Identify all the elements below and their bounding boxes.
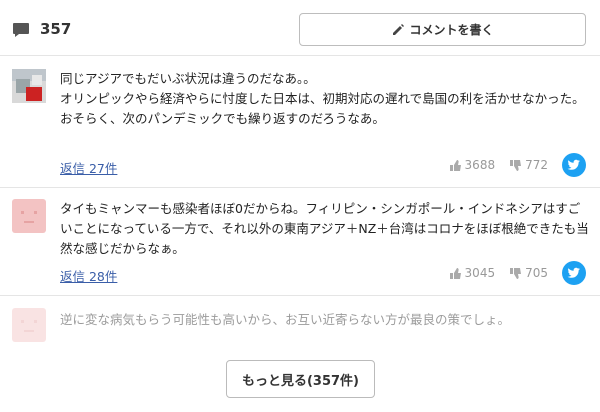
reply-link[interactable]: 返信 28件 (60, 266, 117, 285)
dislike-button[interactable]: 705 (509, 266, 548, 280)
thumbs-down-icon (510, 267, 522, 279)
dislike-count: 772 (525, 158, 548, 172)
thumbs-down-icon (510, 159, 522, 171)
vote-bar: 3045 705 (449, 261, 586, 285)
like-count: 3045 (464, 266, 496, 280)
comment-text: 同じアジアでもだいぶ状況は違うのだなあ。。 オリンピックやら経済やらに忖度した日… (60, 71, 585, 126)
comment-item-preview: 逆に変な病気もらう可能性も高いから、お互い近寄らない方が最良の策でしょ。 (0, 296, 600, 346)
reply-link[interactable]: 返信 27件 (60, 158, 117, 177)
thumbs-up-icon (449, 267, 461, 279)
comment-text: タイもミャンマーも感染者ほぼ0だからね。フィリピン・シンガポール・インドネシアは… (60, 201, 589, 256)
pencil-icon (393, 23, 405, 35)
show-more-button[interactable]: もっと見る(357件) (226, 360, 375, 398)
comment-count: 357 (40, 20, 72, 38)
avatar[interactable] (12, 69, 46, 103)
twitter-bird-icon (567, 267, 580, 278)
twitter-share-button[interactable] (562, 261, 586, 285)
vote-bar: 3688 772 (449, 153, 586, 177)
comments-header: 357 コメントを書く (0, 0, 600, 56)
like-button[interactable]: 3688 (449, 158, 496, 172)
comment-bubble-icon (13, 23, 29, 37)
write-comment-label: コメントを書く (409, 23, 494, 37)
twitter-bird-icon (567, 159, 580, 170)
thumbs-up-icon (449, 159, 461, 171)
twitter-share-button[interactable] (562, 153, 586, 177)
like-count: 3688 (464, 158, 496, 172)
write-comment-button[interactable]: コメントを書く (299, 13, 586, 46)
dislike-button[interactable]: 772 (509, 158, 548, 172)
like-button[interactable]: 3045 (449, 266, 496, 280)
dislike-count: 705 (525, 266, 548, 280)
avatar (12, 308, 46, 342)
avatar[interactable] (12, 199, 46, 233)
comment-item: タイもミャンマーも感染者ほぼ0だからね。フィリピン・シンガポール・インドネシアは… (0, 188, 600, 296)
comment-text: 逆に変な病気もらう可能性も高いから、お互い近寄らない方が最良の策でしょ。 (60, 312, 511, 327)
comment-item: 同じアジアでもだいぶ状況は違うのだなあ。。 オリンピックやら経済やらに忖度した日… (0, 56, 600, 188)
